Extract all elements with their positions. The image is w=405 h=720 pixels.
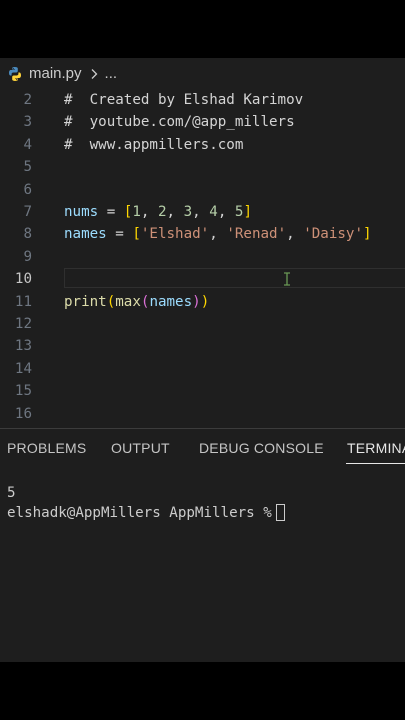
code-line-14: 14 — [0, 358, 405, 380]
python-icon — [9, 66, 21, 81]
code-line-6: 6 — [0, 179, 405, 201]
line-number: 3 — [23, 114, 32, 131]
line-number: 6 — [23, 181, 32, 198]
code-line-9: 9 — [0, 246, 405, 268]
print-statement: print(max(names)) — [64, 293, 210, 310]
names-assignment: names = ['Elshad', 'Renad', 'Daisy'] — [64, 226, 372, 243]
line-number: 4 — [23, 136, 32, 153]
terminal-output: 5 — [7, 485, 16, 501]
code-line-5: 5 — [0, 156, 405, 178]
code-line-4: 4 # www.appmillers.com — [0, 134, 405, 156]
breadcrumb-more[interactable]: ... — [105, 65, 118, 82]
breadcrumb-filename[interactable]: main.py — [29, 65, 82, 82]
line-number: 12 — [14, 316, 32, 332]
line-number: 11 — [14, 293, 32, 310]
panel-tabs: PROBLEMS OUTPUT DEBUG CONSOLE TERMINAL — [0, 429, 405, 465]
comment-website: # www.appmillers.com — [64, 136, 244, 153]
line-number: 2 — [23, 92, 32, 108]
line-number-active: 10 — [14, 271, 32, 288]
line-number: 5 — [23, 159, 32, 176]
code-line-8: 8 names = ['Elshad', 'Renad', 'Daisy'] — [0, 223, 405, 245]
tab-terminal[interactable]: TERMINAL — [347, 440, 405, 456]
current-line-highlight — [64, 268, 405, 289]
code-line-15: 15 — [0, 380, 405, 402]
ibeam-cursor-icon — [284, 272, 290, 286]
terminal-prompt-line: elshadk@AppMillers AppMillers % — [7, 503, 405, 523]
code-line-12: 12 — [0, 313, 405, 335]
code-editor[interactable]: 2 # Created by Elshad Karimov 3 # youtub… — [0, 89, 405, 439]
active-tab-indicator — [346, 463, 405, 464]
code-line-16: 16 — [0, 403, 405, 425]
line-number: 9 — [23, 248, 32, 265]
tab-debug-console[interactable]: DEBUG CONSOLE — [199, 440, 324, 456]
vscode-window: main.py ... 2 # Created by Elshad Karimo… — [0, 58, 405, 662]
line-number: 14 — [14, 360, 32, 377]
code-line-3: 3 # youtube.com/@app_millers — [0, 111, 405, 133]
chevron-right-icon — [91, 68, 97, 79]
terminal-prompt: elshadk@AppMillers AppMillers % — [7, 505, 272, 521]
breadcrumb: main.py ... — [0, 58, 405, 89]
line-number: 16 — [14, 405, 32, 422]
comment-author: # Created by Elshad Karimov — [64, 92, 304, 108]
line-number: 13 — [14, 338, 32, 355]
tab-output[interactable]: OUTPUT — [111, 440, 170, 456]
code-line-2: 2 # Created by Elshad Karimov — [0, 89, 405, 111]
comment-youtube: # youtube.com/@app_millers — [64, 114, 295, 131]
line-number: 7 — [23, 204, 32, 220]
bottom-panel: PROBLEMS OUTPUT DEBUG CONSOLE TERMINAL 5… — [0, 428, 405, 662]
code-line-7: 7 nums = [1, 2, 3, 4, 5] — [0, 201, 405, 223]
code-line-10: 10 — [0, 268, 405, 290]
line-number: 15 — [14, 383, 32, 400]
code-line-11: 11 print(max(names)) — [0, 291, 405, 313]
terminal-cursor — [275, 504, 285, 521]
terminal[interactable]: 5 elshadk@AppMillers AppMillers % — [7, 483, 405, 523]
nums-assignment: nums = [1, 2, 3, 4, 5] — [64, 204, 252, 220]
line-number: 8 — [23, 226, 32, 243]
tab-problems[interactable]: PROBLEMS — [7, 440, 86, 456]
code-line-13: 13 — [0, 335, 405, 357]
